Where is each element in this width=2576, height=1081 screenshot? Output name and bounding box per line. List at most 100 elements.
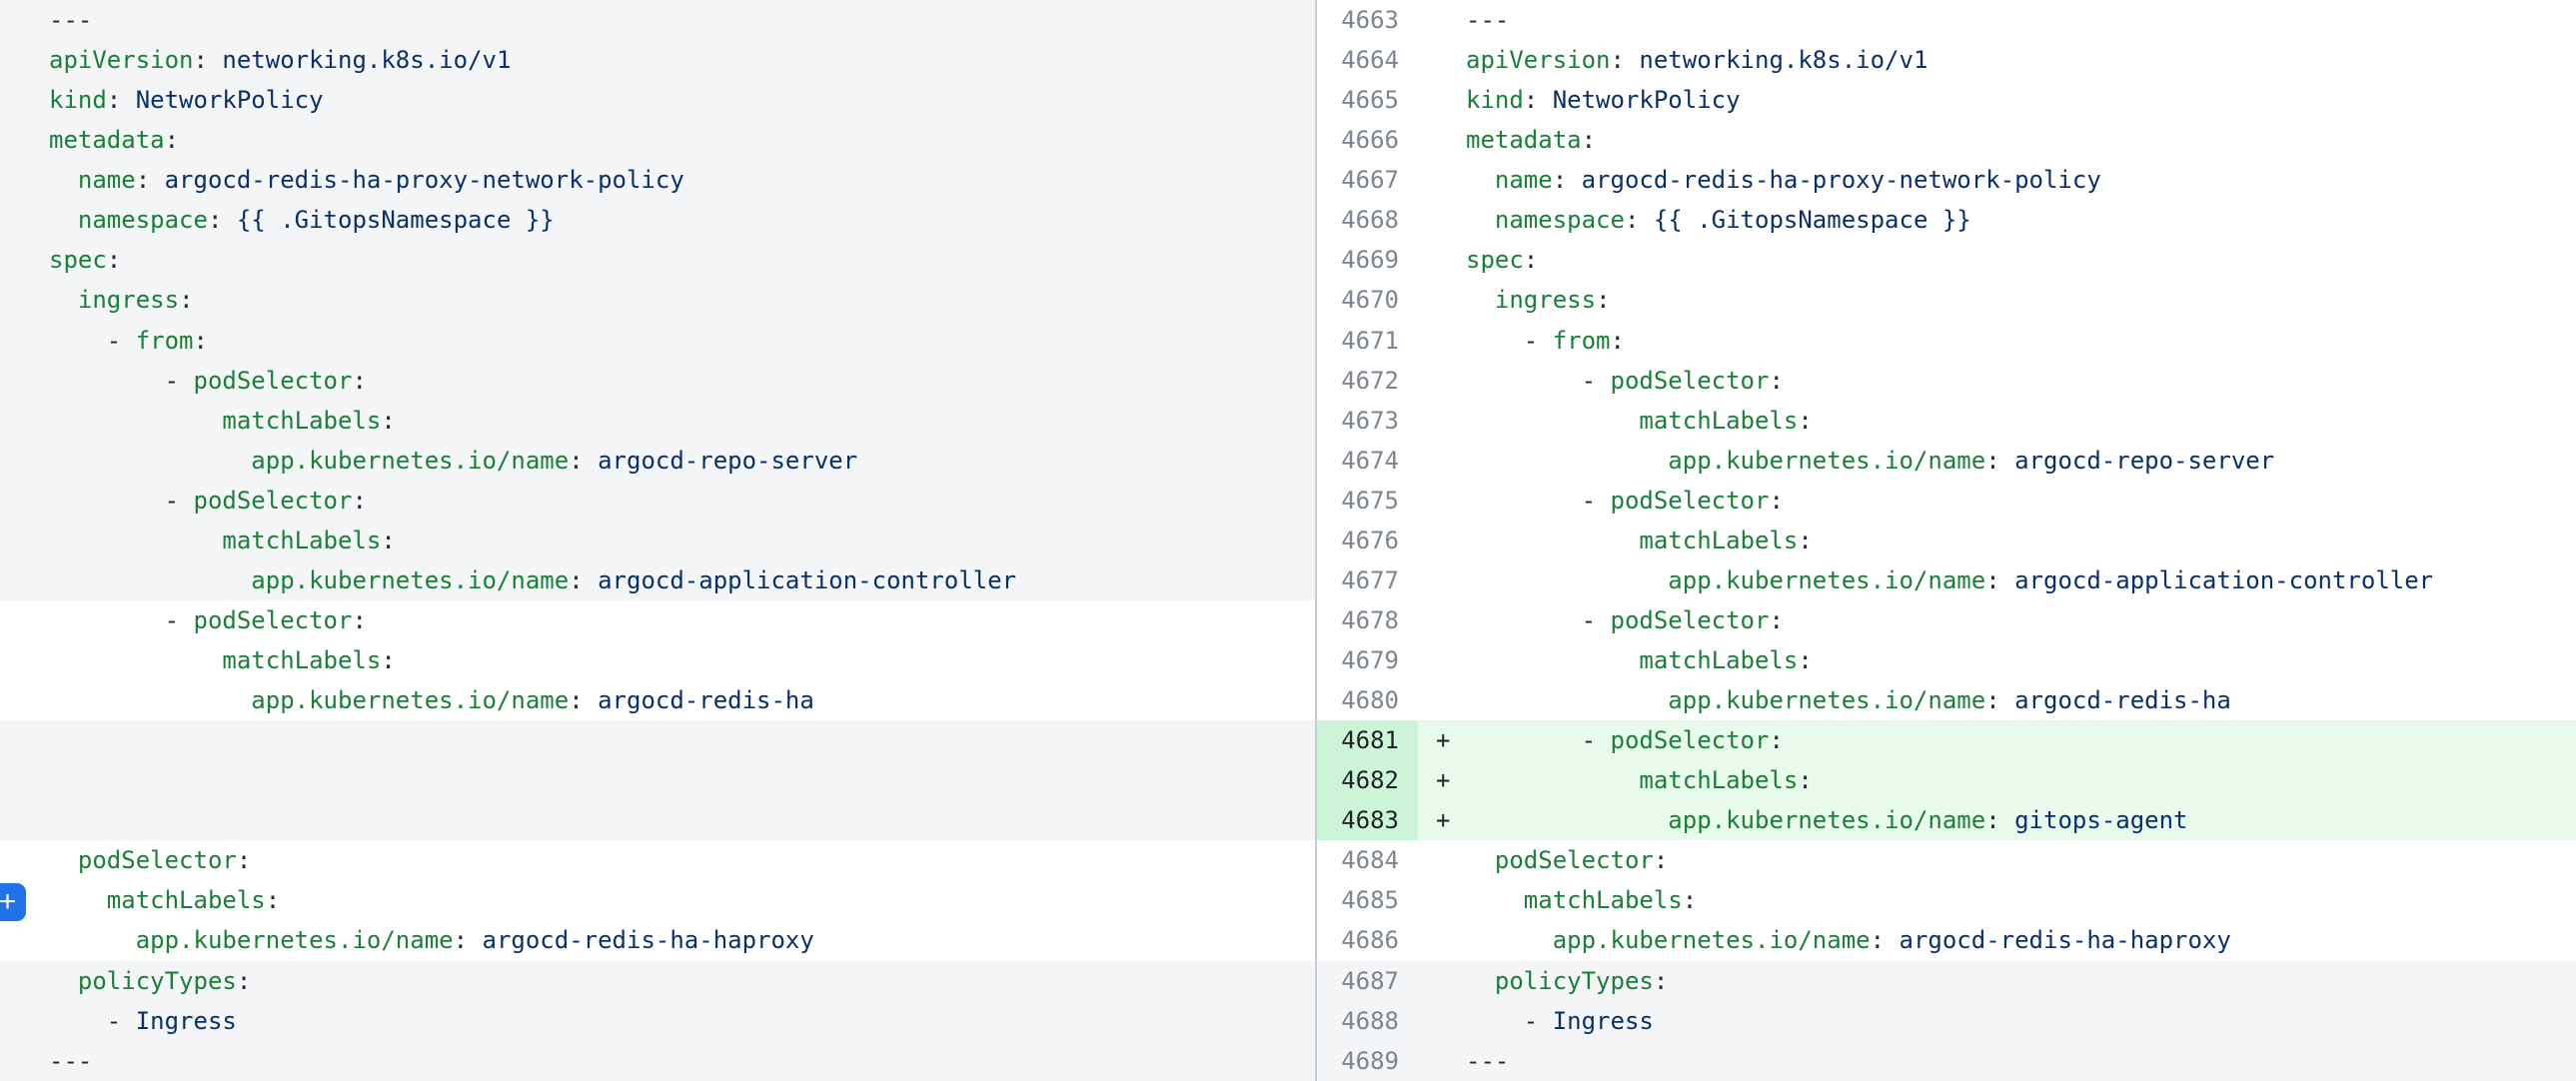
left-empty-placeholder-cell	[0, 720, 1315, 760]
right-code-cell: app.kubernetes.io/name: argocd-repo-serv…	[1418, 441, 2576, 481]
line-number[interactable]: 4682	[1315, 760, 1418, 800]
code-token	[49, 206, 78, 234]
code-token	[49, 926, 136, 954]
diff-row: apiVersion: networking.k8s.io/v14664 apiV…	[0, 40, 2576, 80]
code-token: podSelector	[194, 487, 353, 515]
code-token: :	[1769, 487, 1783, 515]
code-token: :	[1769, 606, 1783, 634]
line-number[interactable]: 4673	[1315, 401, 1418, 441]
code-token: -	[165, 606, 194, 634]
left-code-cell: namespace: {{ .GitopsNamespace }}	[0, 200, 1315, 240]
left-code-cell: app.kubernetes.io/name: argocd-repo-serv…	[0, 441, 1315, 481]
line-number[interactable]: 4683	[1315, 800, 1418, 840]
code-token	[1466, 886, 1524, 914]
line-number[interactable]: 4672	[1315, 361, 1418, 401]
diff-row: podSelector:4684 podSelector:	[0, 840, 2576, 880]
code-token	[49, 606, 165, 634]
code-token: matchLabels	[222, 646, 381, 674]
line-number[interactable]: 4667	[1315, 160, 1418, 200]
left-code-cell: - podSelector:	[0, 481, 1315, 521]
code-token	[1466, 407, 1639, 435]
right-code-cell: app.kubernetes.io/name: argocd-redis-ha	[1418, 680, 2576, 720]
code-token: app.kubernetes.io/name	[1668, 566, 1985, 594]
code-token: ---	[1466, 1047, 1509, 1075]
code-token: argocd-redis-ha-proxy-network-policy	[1582, 166, 2101, 194]
code-token: networking.k8s.io/v1	[1639, 46, 1928, 74]
line-number[interactable]: 4674	[1315, 441, 1418, 481]
line-number[interactable]: 4665	[1315, 80, 1418, 120]
left-code-cell: app.kubernetes.io/name: argocd-redis-ha-…	[0, 920, 1315, 960]
pane-divider	[1315, 0, 1317, 1081]
line-number[interactable]: 4664	[1315, 40, 1418, 80]
line-number[interactable]: 4684	[1315, 840, 1418, 880]
left-code-cell: matchLabels:	[0, 521, 1315, 560]
code-token	[49, 327, 107, 355]
code-token: Ingress	[1553, 1007, 1654, 1035]
line-number[interactable]: 4689	[1315, 1041, 1418, 1081]
right-code-cell: name: argocd-redis-ha-proxy-network-poli…	[1418, 160, 2576, 200]
left-code-cell: matchLabels:	[0, 401, 1315, 441]
code-token: metadata	[1466, 126, 1582, 154]
code-token: :	[352, 367, 366, 395]
code-token: podSelector	[1611, 606, 1770, 634]
code-token: :	[1654, 846, 1668, 874]
line-number[interactable]: 4678	[1315, 600, 1418, 640]
diff-row: kind: NetworkPolicy4665kind: NetworkPoli…	[0, 80, 2576, 120]
right-code-cell-addition: + matchLabels:	[1418, 760, 2576, 800]
line-number[interactable]: 4687	[1315, 961, 1418, 1001]
code-token: :	[1798, 646, 1812, 674]
addition-marker: +	[1436, 760, 1450, 800]
code-token: apiVersion	[1466, 46, 1611, 74]
code-token: argocd-redis-ha-haproxy	[483, 926, 814, 954]
line-number[interactable]: 4686	[1315, 920, 1418, 960]
code-token: -	[1582, 726, 1611, 754]
code-token	[49, 886, 107, 914]
diff-row: metadata:4666metadata:	[0, 120, 2576, 160]
line-number[interactable]: 4679	[1315, 640, 1418, 680]
code-token: -	[107, 327, 136, 355]
code-token: :	[352, 606, 366, 634]
line-number[interactable]: 4670	[1315, 280, 1418, 320]
left-code-cell: app.kubernetes.io/name: argocd-redis-ha	[0, 680, 1315, 720]
code-token: app.kubernetes.io/name	[251, 686, 569, 714]
diff-row: policyTypes:4687 policyTypes:	[0, 961, 2576, 1001]
right-code-cell: kind: NetworkPolicy	[1418, 80, 2576, 120]
code-token: -	[1524, 1007, 1553, 1035]
code-token: -	[1582, 367, 1611, 395]
diff-row: app.kubernetes.io/name: argocd-applicati…	[0, 560, 2576, 600]
code-token	[49, 566, 251, 594]
code-token: app.kubernetes.io/name	[136, 926, 454, 954]
line-number[interactable]: 4685	[1315, 880, 1418, 920]
left-code-cell: spec:	[0, 240, 1315, 280]
line-number[interactable]: 4668	[1315, 200, 1418, 240]
right-code-cell-addition: + app.kubernetes.io/name: gitops-agent	[1418, 800, 2576, 840]
line-number[interactable]: 4680	[1315, 680, 1418, 720]
code-token: :	[352, 487, 366, 515]
code-token: :	[1769, 726, 1783, 754]
code-token: :	[1798, 766, 1812, 794]
line-number[interactable]: 4669	[1315, 240, 1418, 280]
line-number[interactable]: 4681	[1315, 720, 1418, 760]
left-code-cell: apiVersion: networking.k8s.io/v1	[0, 40, 1315, 80]
diff-row: - podSelector:4678 - podSelector:	[0, 600, 2576, 640]
code-token: gitops-agent	[2014, 806, 2187, 834]
line-number[interactable]: 4676	[1315, 521, 1418, 560]
code-token: :	[1985, 806, 2014, 834]
right-code-cell: ---	[1418, 1041, 2576, 1081]
code-token: matchLabels	[1639, 407, 1798, 435]
line-number[interactable]: 4688	[1315, 1001, 1418, 1041]
code-token: app.kubernetes.io/name	[251, 447, 569, 475]
line-number[interactable]: 4677	[1315, 560, 1418, 600]
right-code-cell: ingress:	[1418, 280, 2576, 320]
add-comment-button[interactable]: +	[0, 883, 26, 921]
right-code-cell: - from:	[1418, 321, 2576, 361]
line-number[interactable]: 4675	[1315, 481, 1418, 521]
code-token: :	[1524, 246, 1538, 274]
line-number[interactable]: 4663	[1315, 0, 1418, 40]
diff-row: - podSelector:4675 - podSelector:	[0, 481, 2576, 521]
code-token: ingress	[1495, 286, 1596, 314]
line-number[interactable]: 4666	[1315, 120, 1418, 160]
code-token: from	[136, 327, 194, 355]
code-token: :	[1798, 527, 1812, 554]
line-number[interactable]: 4671	[1315, 321, 1418, 361]
